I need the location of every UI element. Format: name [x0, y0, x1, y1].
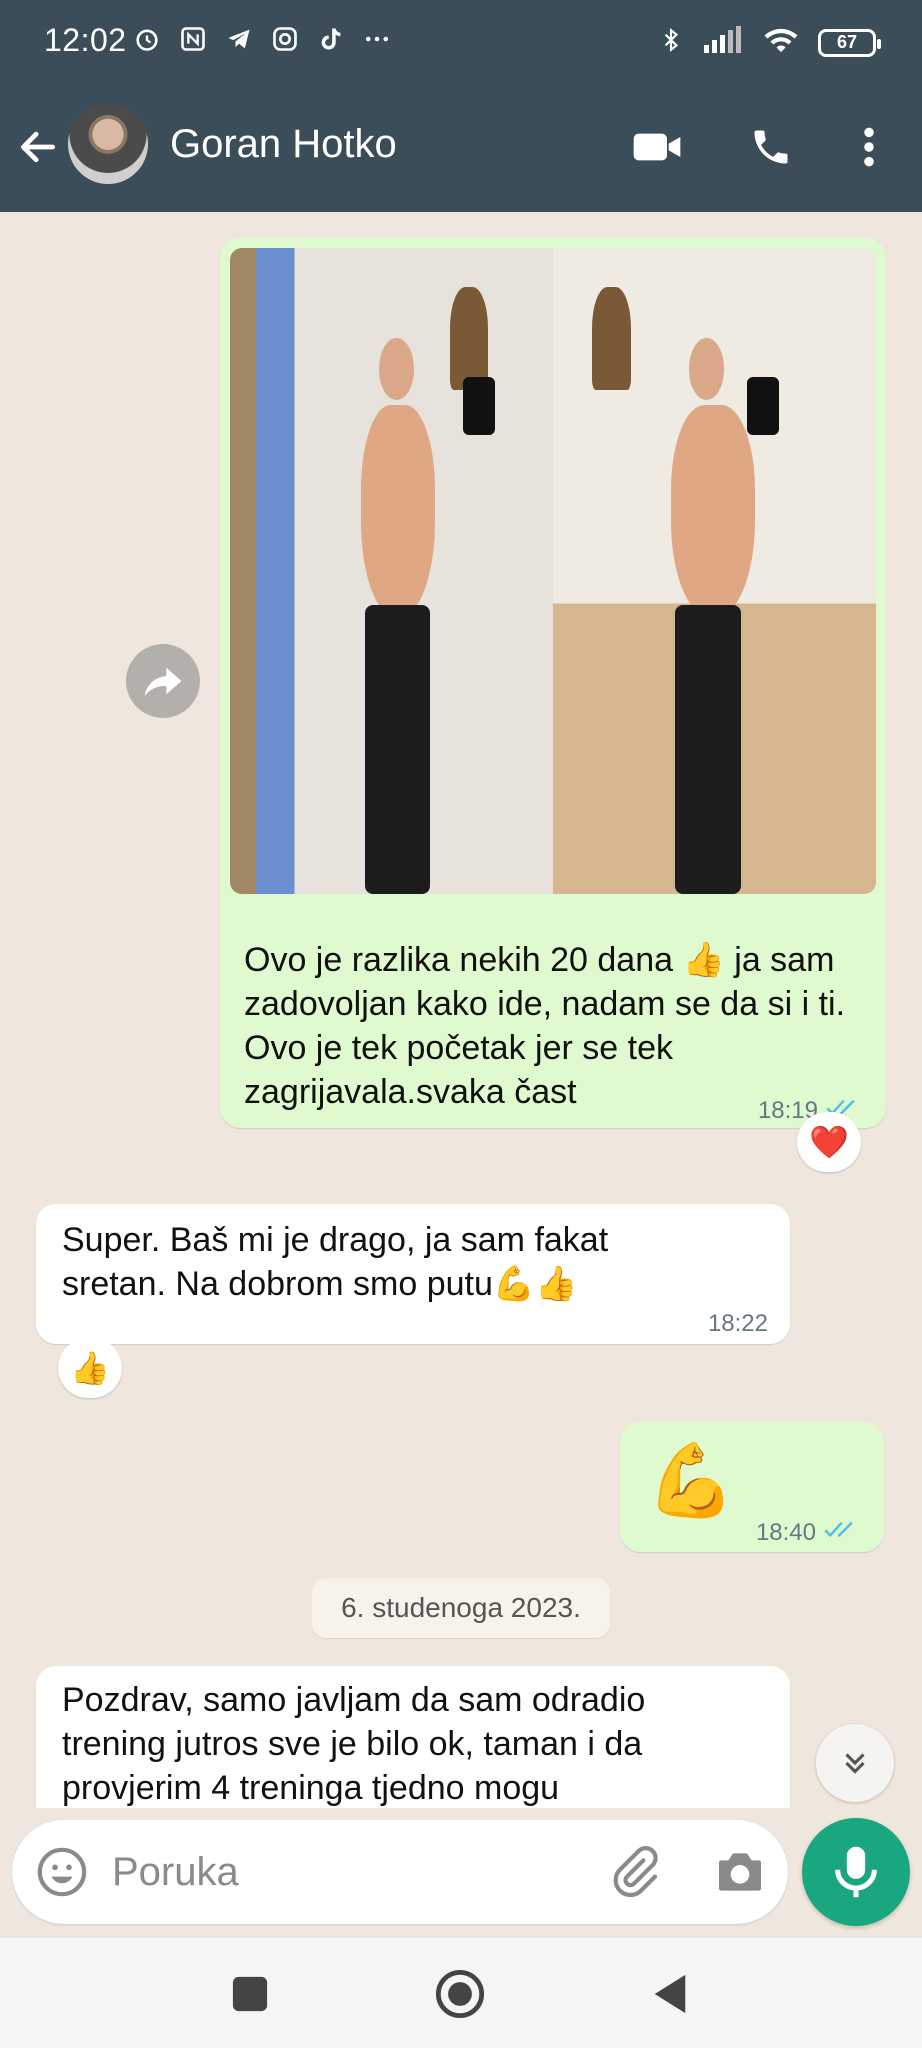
contact-avatar[interactable]: [68, 104, 148, 184]
statue-figure: [591, 286, 631, 391]
message-meta: 18:40: [756, 1518, 862, 1547]
emoji-icon[interactable]: [34, 1844, 90, 1900]
message-meta: 18:22: [708, 1310, 768, 1338]
voice-message-button[interactable]: [802, 1818, 910, 1926]
telegram-icon: [224, 24, 254, 54]
status-time: 12:02: [44, 22, 127, 58]
recents-button-icon[interactable]: [222, 1966, 278, 2022]
message-time: 18:22: [707, 1310, 768, 1337]
chat-area[interactable]: Ovo je razlika nekih 20 dana 👍 ja sam za…: [0, 212, 922, 1808]
more-options-icon[interactable]: [844, 122, 894, 172]
voice-call-icon[interactable]: [746, 122, 796, 172]
person-figure: [340, 338, 456, 894]
back-arrow-icon[interactable]: [16, 122, 60, 172]
more-notifications-icon: [362, 24, 392, 54]
read-receipt-icon: [824, 1518, 862, 1547]
message-outgoing-photo[interactable]: Ovo je razlika nekih 20 dana 👍 ja sam za…: [220, 238, 886, 1128]
scroll-to-bottom-button[interactable]: [816, 1724, 894, 1802]
reaction-thumbs-up[interactable]: 👍: [58, 1338, 122, 1398]
photo-right: [553, 248, 876, 894]
status-bar: 12:02 67: [0, 0, 922, 86]
home-button-icon[interactable]: [432, 1966, 488, 2022]
contact-name[interactable]: Goran Hotko: [170, 122, 397, 167]
video-call-icon[interactable]: [632, 122, 682, 172]
message-time: 18:40: [755, 1518, 816, 1546]
chat-header: Goran Hotko: [0, 86, 922, 212]
alarm-icon: [132, 24, 162, 54]
phone-figure: [746, 377, 780, 436]
wifi-icon: [762, 25, 800, 60]
message-input[interactable]: [112, 1842, 592, 1902]
back-button-icon[interactable]: [642, 1966, 698, 2022]
message-text: Ovo je razlika nekih 20 dana 👍 ja sam za…: [244, 941, 846, 1111]
message-outgoing-emoji[interactable]: 💪 18:40: [620, 1422, 884, 1552]
reaction-heart[interactable]: ❤️: [797, 1112, 861, 1172]
attach-icon[interactable]: [606, 1844, 662, 1900]
system-icons: 67: [658, 24, 881, 61]
message-incoming[interactable]: Pozdrav, samo javljam da sam odradio tre…: [36, 1666, 790, 1808]
message-composer: [12, 1820, 788, 1924]
camera-icon[interactable]: [712, 1844, 768, 1900]
bluetooth-icon: [658, 24, 684, 61]
message-text: Super. Baš mi je drago, ja sam fakat sre…: [62, 1221, 609, 1303]
signal-icon: [702, 25, 744, 60]
tiktok-icon: [316, 24, 346, 54]
photo-left: [230, 248, 553, 894]
phone-figure: [462, 377, 495, 436]
notification-icons: [132, 24, 392, 54]
forward-button[interactable]: [126, 644, 200, 718]
message-text: Pozdrav, samo javljam da sam odradio tre…: [62, 1681, 646, 1807]
instagram-icon: [270, 24, 300, 54]
battery-indicator: 67: [818, 28, 881, 57]
message-emoji: 💪: [646, 1441, 736, 1521]
date-separator: 6. studenoga 2023.: [312, 1578, 610, 1638]
nfc-icon: [178, 24, 208, 54]
before-after-photo[interactable]: [230, 248, 876, 894]
message-incoming[interactable]: Super. Baš mi je drago, ja sam fakat sre…: [36, 1204, 790, 1344]
system-navigation-bar: [0, 1938, 922, 2048]
